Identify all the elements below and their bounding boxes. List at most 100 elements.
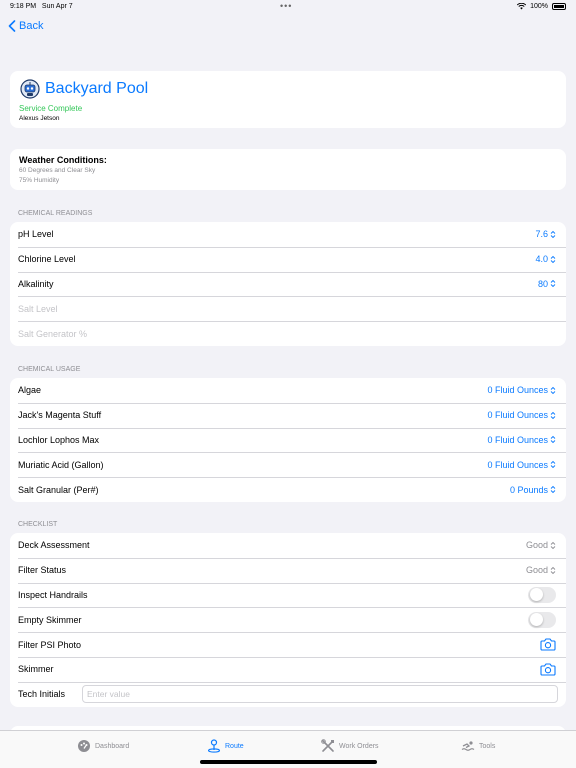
tab-dashboard[interactable]: Dashboard [77,739,129,753]
value-text: 0 Fluid Ounces [487,434,548,445]
chemical-readings-header: CHEMICAL READINGS [18,210,93,217]
usage-row-lochlor[interactable]: Lochlor Lophos Max 0 Fluid Ounces [10,427,566,453]
value-text: 80 [537,278,548,289]
wifi-icon [517,3,527,10]
usage-row-muriatic-acid[interactable]: Muriatic Acid (Gallon) 0 Fluid Ounces [10,452,566,477]
swimmer-icon [461,741,475,751]
camera-icon[interactable] [540,638,556,651]
row-label: pH Level [18,229,54,240]
row-label: Algae [18,385,42,396]
row-value[interactable]: 0 Fluid Ounces [487,385,556,395]
row-label: Empty Skimmer [18,614,82,625]
tab-route[interactable]: Route [207,739,244,753]
row-value[interactable]: Good [526,565,556,575]
row-value[interactable]: 80 [538,279,556,289]
row-label: Salt Generator % [18,328,88,339]
usage-row-algae[interactable]: Algae 0 Fluid Ounces [10,378,566,403]
handrails-toggle[interactable] [528,586,556,603]
row-label: Lochlor Lophos Max [18,434,100,445]
tech-initials-input[interactable]: Enter value [82,684,558,703]
chevron-up-down-icon [550,566,556,574]
route-icon [207,739,221,753]
camera-icon[interactable] [540,663,556,676]
row-label: Salt Granular (Per#) [18,484,99,495]
chemical-usage-header: CHEMICAL USAGE [18,366,81,373]
chevron-up-down-icon [550,255,556,263]
reading-row-chlorine[interactable]: Chlorine Level 4.0 [10,246,566,272]
chevron-left-icon [8,20,16,32]
pool-header-card: Backyard Pool Service Complete Alexus Je… [10,71,566,128]
service-status: Service Complete [19,104,83,113]
battery-icon [552,3,566,10]
chevron-up-down-icon [550,461,556,469]
chevron-up-down-icon [550,386,556,395]
tab-label: Work Orders [339,742,379,750]
checklist-row-empty-skimmer: Empty Skimmer [10,607,566,632]
row-label: Salt Level [18,303,58,314]
checklist-row-deck[interactable]: Deck Assessment Good [10,533,566,558]
value-text: 0 Fluid Ounces [487,410,548,421]
home-indicator[interactable] [200,760,377,764]
checklist-list: Deck Assessment Good Filter Status Good … [10,533,566,707]
status-right: 100% [517,3,566,10]
back-label: Back [19,20,44,32]
robot-avatar-icon [20,79,40,99]
row-value[interactable]: 7.6 [535,229,556,239]
reading-row-alkalinity[interactable]: Alkalinity 80 [10,271,566,297]
row-label: Alkalinity [18,278,54,289]
row-value[interactable]: 0 Fluid Ounces [487,410,556,420]
dashboard-icon [78,740,90,752]
weather-card: Weather Conditions: 60 Degrees and Clear… [10,149,566,190]
value-text: 0 Fluid Ounces [487,385,548,396]
tab-label: Tools [479,742,496,750]
chevron-up-down-icon [550,280,556,288]
checklist-row-handrails: Inspect Handrails [10,582,566,608]
row-value[interactable]: 0 Pounds [510,485,556,495]
technician-name: Alexus Jetson [19,115,60,122]
status-time: 9:18 PM Sun Apr 7 [10,3,73,10]
checklist-row-filter-psi-photo: Filter PSI Photo [10,632,566,657]
value-text: Good [525,565,548,576]
chevron-up-down-icon [550,436,556,444]
chemical-readings-list: pH Level 7.6 Chlorine Level 4.0 Alkalini… [10,222,566,346]
back-button[interactable]: Back [8,20,43,32]
input-placeholder: Enter value [87,688,130,699]
battery-percent: 100% [530,3,548,10]
value-text: 0 Fluid Ounces [487,459,548,470]
multitasking-dots-icon[interactable]: ••• [280,1,292,11]
reading-row-salt-level[interactable]: Salt Level [10,296,566,321]
empty-skimmer-toggle[interactable] [528,611,556,628]
row-label: Filter PSI Photo [18,639,82,650]
tab-label: Dashboard [95,742,130,750]
row-label: Filter Status [18,565,67,576]
row-value[interactable]: Good [526,540,556,550]
status-bar: 9:18 PM Sun Apr 7 ••• 100% [0,0,576,14]
checklist-row-skimmer: Skimmer [10,656,566,682]
reading-row-salt-generator[interactable]: Salt Generator % [10,321,566,346]
checklist-row-tech-initials: Tech Initials Enter value [10,681,566,707]
reading-row-ph[interactable]: pH Level 7.6 [10,222,566,247]
tab-tools[interactable]: Tools [461,739,495,753]
tab-label: Route [225,742,244,750]
usage-row-jacks-magenta[interactable]: Jack's Magenta Stuff 0 Fluid Ounces [10,402,566,428]
chevron-up-down-icon [550,541,556,550]
row-label: Inspect Handrails [18,589,88,600]
row-value[interactable]: 4.0 [535,254,556,264]
tools-crossed-icon [321,739,334,752]
usage-row-salt-granular[interactable]: Salt Granular (Per#) 0 Pounds [10,477,566,502]
chevron-up-down-icon [550,230,556,239]
row-value[interactable]: 0 Fluid Ounces [487,460,556,470]
value-text: Good [525,540,548,551]
tab-work-orders[interactable]: Work Orders [321,739,379,753]
row-label: Muriatic Acid (Gallon) [18,459,104,470]
weather-title: Weather Conditions: [19,155,107,165]
pool-title: Backyard Pool [45,80,149,97]
checklist-row-filter-status[interactable]: Filter Status Good [10,557,566,583]
row-value[interactable]: 0 Fluid Ounces [487,435,556,445]
chemical-usage-list: Algae 0 Fluid Ounces Jack's Magenta Stuf… [10,378,566,502]
row-label: Deck Assessment [18,540,90,551]
row-label: Chlorine Level [18,254,76,265]
row-label: Jack's Magenta Stuff [18,410,102,421]
chevron-up-down-icon [550,485,556,494]
time-text: 9:18 PM [10,3,37,10]
